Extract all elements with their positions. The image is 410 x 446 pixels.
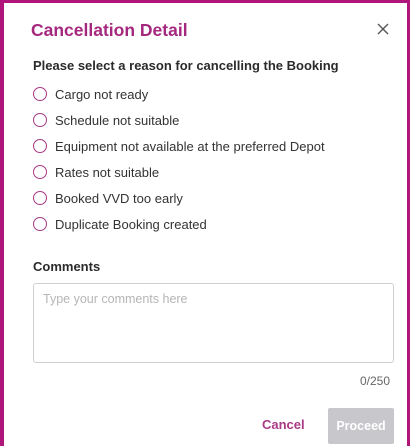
reason-option-equipment-not-available[interactable]: Equipment not available at the preferred… [33, 133, 325, 159]
proceed-button[interactable]: Proceed [328, 408, 394, 444]
comments-label: Comments [33, 259, 101, 274]
reason-label: Booked VVD too early [55, 190, 183, 206]
reason-prompt: Please select a reason for cancelling th… [33, 58, 339, 73]
cancellation-dialog: Cancellation Detail Please select a reas… [0, 0, 410, 446]
radio-button[interactable] [33, 217, 47, 231]
close-icon [377, 23, 389, 35]
character-counter: 0/250 [359, 374, 390, 388]
dialog-title: Cancellation Detail [31, 20, 188, 40]
reason-option-booked-vvd-too-early[interactable]: Booked VVD too early [33, 185, 325, 211]
reason-option-cargo-not-ready[interactable]: Cargo not ready [33, 81, 325, 107]
cancel-button[interactable]: Cancel [262, 417, 305, 432]
reason-label: Cargo not ready [55, 86, 149, 102]
reason-label: Duplicate Booking created [55, 216, 207, 232]
comments-textarea[interactable] [33, 283, 394, 363]
radio-button[interactable] [33, 191, 47, 205]
reason-label: Schedule not suitable [55, 112, 180, 128]
radio-button[interactable] [33, 165, 47, 179]
radio-button[interactable] [33, 139, 47, 153]
close-button[interactable] [371, 17, 395, 41]
reason-option-schedule-not-suitable[interactable]: Schedule not suitable [33, 107, 325, 133]
reason-label: Equipment not available at the preferred… [55, 138, 325, 154]
radio-button[interactable] [33, 87, 47, 101]
reason-option-rates-not-suitable[interactable]: Rates not suitable [33, 159, 325, 185]
radio-button[interactable] [33, 113, 47, 127]
reason-options: Cargo not ready Schedule not suitable Eq… [33, 81, 325, 237]
reason-option-duplicate-booking[interactable]: Duplicate Booking created [33, 211, 325, 237]
reason-label: Rates not suitable [55, 164, 160, 180]
